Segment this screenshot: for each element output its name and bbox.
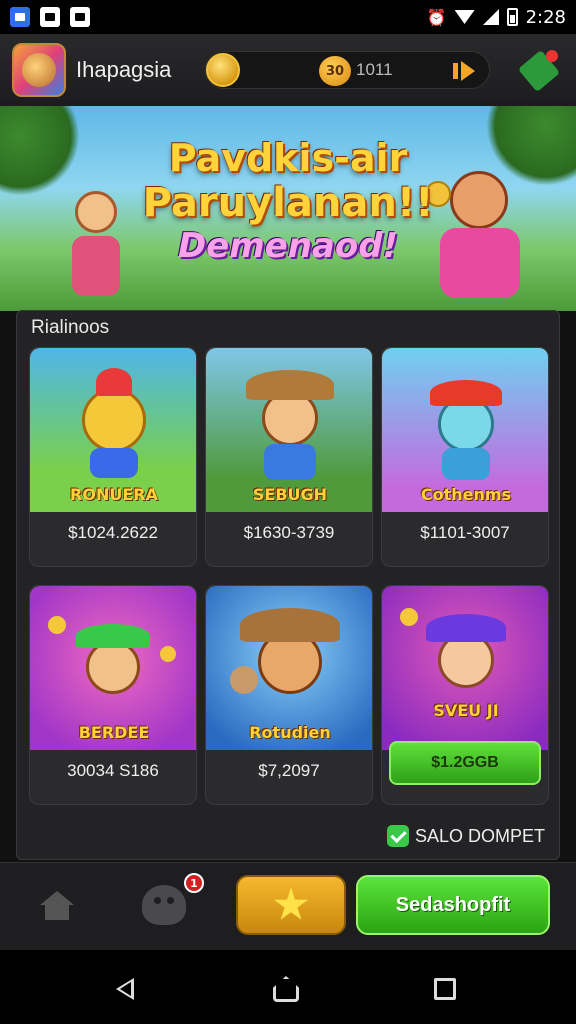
reward-card-price: $7,2097 bbox=[258, 761, 320, 780]
reward-card-art: Cothenms bbox=[382, 348, 548, 512]
notification-app-icon bbox=[10, 7, 30, 27]
home-nav-icon[interactable] bbox=[273, 976, 299, 1002]
reward-card-art: SVEU JI bbox=[382, 586, 548, 750]
skip-forward-icon[interactable] bbox=[453, 61, 475, 81]
system-navigation-bar bbox=[0, 950, 576, 1024]
reward-card-art: SEBUGH bbox=[206, 348, 372, 512]
banner-title-line3: Demenaod! bbox=[177, 226, 399, 266]
rewards-panel: Rialinoos RONUERA $1024.2622 SEBUGH $163… bbox=[16, 310, 560, 860]
recent-apps-icon[interactable] bbox=[434, 978, 456, 1000]
alarm-icon: ⏰ bbox=[426, 7, 447, 27]
notification-image-icon bbox=[40, 7, 60, 27]
reward-card[interactable]: RONUERA $1024.2622 bbox=[29, 347, 197, 567]
buy-button[interactable]: $1.2GGB bbox=[389, 741, 541, 785]
app-logo-icon[interactable] bbox=[12, 43, 66, 97]
reward-card-art: RONUERA bbox=[30, 348, 196, 512]
favorites-button[interactable] bbox=[236, 875, 346, 935]
reward-card[interactable]: BERDEE 30034 S186 bbox=[29, 585, 197, 805]
star-icon bbox=[273, 887, 309, 920]
reward-card[interactable]: SEBUGH $1630-3739 bbox=[205, 347, 373, 567]
reward-card-name: Cothenms bbox=[420, 485, 512, 504]
wifi-icon bbox=[454, 10, 475, 24]
clock: 2:28 bbox=[525, 6, 566, 28]
friends-icon[interactable] bbox=[142, 885, 186, 925]
reward-card-name: SVEU JI bbox=[433, 701, 499, 720]
reward-card-price: $1630-3739 bbox=[243, 523, 335, 542]
home-icon[interactable] bbox=[40, 891, 74, 921]
coin-icon bbox=[206, 53, 240, 87]
notification-badge: 1 bbox=[184, 873, 204, 893]
reward-card-name: RONUERA bbox=[70, 485, 158, 504]
reward-card-price: 30034 S186 bbox=[67, 761, 159, 780]
coin-balance-bar[interactable]: 30 1011 bbox=[205, 51, 490, 89]
signal-icon bbox=[482, 9, 499, 25]
reward-card-art: Rotudien bbox=[206, 586, 372, 750]
reward-card[interactable]: SVEU JI $1.2GGB bbox=[381, 585, 549, 805]
coin-level-badge: 30 bbox=[319, 56, 351, 86]
reward-card[interactable]: Cothenms $1101-3007 bbox=[381, 347, 549, 567]
back-icon[interactable] bbox=[116, 978, 134, 1000]
reward-card-name: BERDEE bbox=[78, 723, 150, 742]
banner-title-line1: Pavdkis-air bbox=[168, 136, 408, 180]
status-bar: ⏰ 2:28 bbox=[0, 0, 576, 34]
reward-card-name: SEBUGH bbox=[252, 485, 328, 504]
reward-card-price: $1024.2622 bbox=[68, 523, 158, 542]
top-bar: Ihapagsia 30 1011 bbox=[0, 34, 576, 106]
status-text: SALO DOMPET bbox=[414, 825, 545, 846]
notification-gallery-icon bbox=[70, 7, 90, 27]
reward-card-art: BERDEE bbox=[30, 586, 196, 750]
bottom-nav: 1 Sedashopfit bbox=[0, 862, 576, 950]
hero-banner[interactable]: Pavdkis-air Paruylanan!! Demenaod! bbox=[0, 106, 576, 311]
banner-title-line2: Paruylanan!! bbox=[142, 180, 434, 226]
shop-button[interactable]: Sedashopfit bbox=[356, 875, 550, 935]
promo-rocket-icon[interactable] bbox=[520, 50, 558, 88]
reward-card-price: $1101-3007 bbox=[420, 523, 510, 542]
coin-value: 1011 bbox=[356, 60, 393, 79]
status-row: SALO DOMPET bbox=[386, 825, 545, 847]
reward-card-name: Rotudien bbox=[249, 723, 331, 742]
app-name: Ihapagsia bbox=[76, 57, 172, 82]
battery-icon bbox=[506, 8, 518, 26]
check-icon bbox=[386, 825, 409, 847]
panel-title: Rialinoos bbox=[31, 317, 110, 338]
reward-card[interactable]: Rotudien $7,2097 bbox=[205, 585, 373, 805]
